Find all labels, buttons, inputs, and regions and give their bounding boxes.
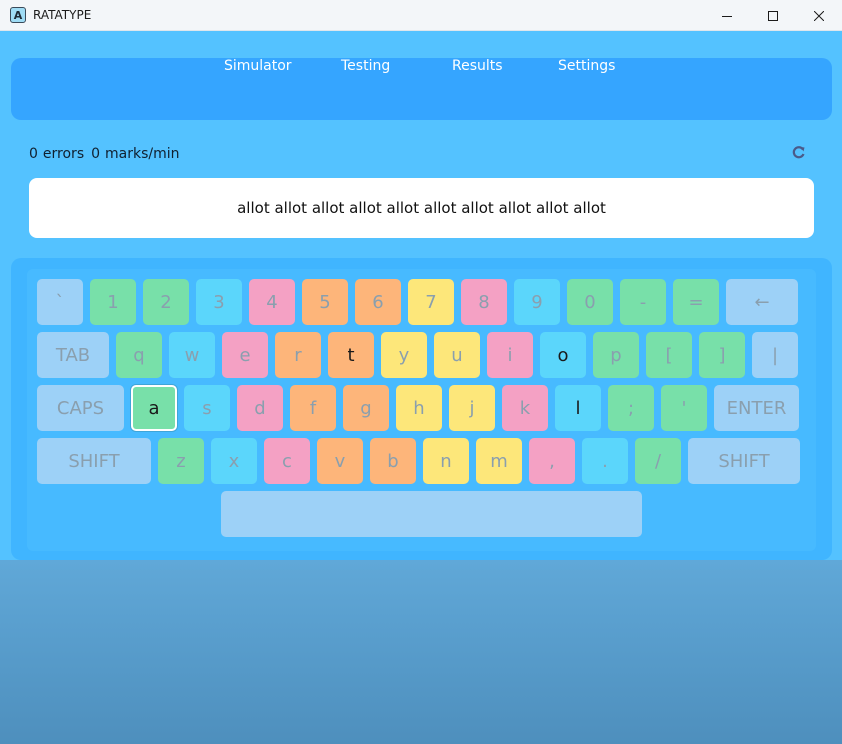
title-bar: A RATATYPE (0, 0, 842, 31)
key-space[interactable] (221, 491, 642, 537)
speed-label: marks/min (105, 146, 180, 162)
key-semicolon[interactable]: ; (608, 385, 654, 431)
key-w[interactable]: w (169, 332, 215, 378)
key-tab[interactable]: TAB (37, 332, 109, 378)
key-c[interactable]: c (264, 438, 310, 484)
key-e[interactable]: e (222, 332, 268, 378)
key-4[interactable]: 4 (249, 279, 295, 325)
maximize-icon (768, 10, 778, 21)
minimize-button[interactable] (704, 0, 750, 31)
key-p[interactable]: p (593, 332, 639, 378)
key-right-bracket[interactable]: ] (699, 332, 745, 378)
maximize-button[interactable] (750, 0, 796, 31)
key-a[interactable]: a (131, 385, 177, 431)
key-enter[interactable]: ENTER (714, 385, 799, 431)
window-title: RATATYPE (33, 8, 92, 22)
key-q[interactable]: q (116, 332, 162, 378)
close-button[interactable] (796, 0, 842, 31)
key-t[interactable]: t (328, 332, 374, 378)
key-h[interactable]: h (396, 385, 442, 431)
key-v[interactable]: v (317, 438, 363, 484)
key-k[interactable]: k (502, 385, 548, 431)
keyboard: ` 1 2 3 4 5 6 7 8 9 0- = ← TAB q w e r t y u i o p[] | CAPS a s d f g h… (27, 269, 816, 551)
key-2[interactable]: 2 (143, 279, 189, 325)
window-controls (704, 0, 842, 31)
key-shift-right[interactable]: SHIFT (688, 438, 800, 484)
key-backtick[interactable]: ` (37, 279, 83, 325)
stats-row: 0 errors 0 marks/min (29, 146, 180, 166)
key-o[interactable]: o (540, 332, 586, 378)
nav-item-results[interactable]: Results (452, 58, 503, 120)
key-r[interactable]: r (275, 332, 321, 378)
key-quote[interactable]: ' (661, 385, 707, 431)
errors-count: 0 (29, 146, 38, 162)
speed-stat: 0 marks/min (91, 146, 179, 166)
key-y[interactable]: y (381, 332, 427, 378)
errors-stat: 0 errors (29, 146, 84, 166)
nav-item-settings[interactable]: Settings (558, 58, 615, 120)
key-backspace[interactable]: ← (726, 279, 798, 325)
key-z[interactable]: z (158, 438, 204, 484)
key-1[interactable]: 1 (90, 279, 136, 325)
key-g[interactable]: g (343, 385, 389, 431)
key-minus[interactable]: - (620, 279, 666, 325)
key-x[interactable]: x (211, 438, 257, 484)
key-6[interactable]: 6 (355, 279, 401, 325)
key-comma[interactable]: , (529, 438, 575, 484)
close-icon (814, 10, 824, 21)
key-f[interactable]: f (290, 385, 336, 431)
speed-value: 0 (91, 146, 101, 162)
key-i[interactable]: i (487, 332, 533, 378)
key-caps[interactable]: CAPS (37, 385, 124, 431)
nav-bar: Simulator Testing Results Settings (11, 58, 832, 120)
key-b[interactable]: b (370, 438, 416, 484)
key-n[interactable]: n (423, 438, 469, 484)
key-period[interactable]: . (582, 438, 628, 484)
nav-item-testing[interactable]: Testing (341, 58, 390, 120)
key-7[interactable]: 7 (408, 279, 454, 325)
background-bottom (0, 560, 842, 744)
exercise-text: allot allot allot allot allot allot allo… (237, 199, 606, 217)
app-icon: A (10, 7, 26, 23)
key-m[interactable]: m (476, 438, 522, 484)
key-slash[interactable]: / (635, 438, 681, 484)
key-shift-left[interactable]: SHIFT (37, 438, 151, 484)
errors-label: errors (42, 146, 85, 162)
key-8[interactable]: 8 (461, 279, 507, 325)
key-u[interactable]: u (434, 332, 480, 378)
key-pipe[interactable]: | (752, 332, 798, 378)
key-s[interactable]: s (184, 385, 230, 431)
minimize-icon (722, 15, 732, 17)
key-d[interactable]: d (237, 385, 283, 431)
key-0[interactable]: 0 (567, 279, 613, 325)
key-j[interactable]: j (449, 385, 495, 431)
key-l[interactable]: l (555, 385, 601, 431)
key-5[interactable]: 5 (302, 279, 348, 325)
key-9[interactable]: 9 (514, 279, 560, 325)
key-left-bracket[interactable]: [ (646, 332, 692, 378)
refresh-icon[interactable] (792, 145, 806, 159)
key-3[interactable]: 3 (196, 279, 242, 325)
nav-item-simulator[interactable]: Simulator (224, 58, 292, 120)
key-equals[interactable]: = (673, 279, 719, 325)
exercise-text-box[interactable]: allot allot allot allot allot allot allo… (29, 178, 814, 238)
